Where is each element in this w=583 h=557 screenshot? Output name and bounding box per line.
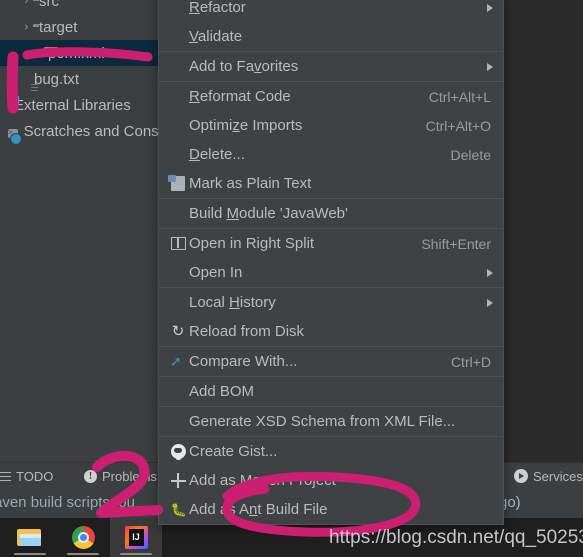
menu-item-shortcut: Ctrl+Alt+O: [425, 117, 491, 134]
tree-row[interactable]: › target: [0, 14, 158, 40]
compare-icon: ➚: [170, 353, 182, 369]
tree-row[interactable]: bug.txt: [0, 66, 158, 92]
tree-row-label: target: [39, 18, 78, 36]
editor-area: [502, 0, 583, 462]
tool-tab-services[interactable]: Services: [514, 463, 583, 489]
tool-tab-todo-label: TODO: [16, 468, 54, 484]
menu-item-label: Delete...: [189, 146, 245, 163]
menu-item-open-in-right-split[interactable]: Open in Right Split Shift+Enter: [159, 229, 503, 258]
project-tree[interactable]: › src › target pom.xml bug.txt External Librar…: [0, 0, 158, 462]
ant-icon: 🐛: [170, 502, 187, 517]
tool-tab-problems[interactable]: ! Problems: [84, 463, 157, 489]
submenu-arrow-icon: [487, 3, 493, 12]
menu-item-label: Open in Right Split: [189, 235, 315, 252]
context-menu[interactable]: Refactor Validate Add to Favorites Reformat…: [158, 0, 504, 525]
menu-item-open-in[interactable]: Open In: [159, 258, 503, 287]
tree-row-label: src: [39, 0, 59, 10]
menu-item-local-history[interactable]: Local History: [159, 288, 503, 317]
split-icon: [167, 237, 189, 250]
menu-item-shortcut: Ctrl+D: [450, 353, 491, 370]
tool-tab-services-label: Services: [533, 468, 583, 484]
submenu-arrow-icon: [487, 268, 493, 277]
menu-item-label: Add BOM: [189, 383, 255, 400]
watermark-url: https://blog.csdn.net/qq_50253227: [329, 527, 583, 548]
menu-item-label: Create Gist...: [189, 443, 278, 460]
chevron-right-icon[interactable]: ›: [20, 21, 33, 33]
menu-item-build-module-javaweb[interactable]: Build Module 'JavaWeb': [159, 199, 503, 228]
plain-text-icon: [167, 175, 189, 191]
tool-tab-problems-label: Problems: [102, 468, 157, 484]
menu-item-label: Local History: [189, 294, 276, 311]
tool-tab-todo[interactable]: TODO: [0, 463, 53, 489]
menu-item-label: Add as Maven Project: [189, 472, 336, 489]
menu-item-label: Build Module 'JavaWeb': [189, 205, 348, 222]
menu-item-add-bom[interactable]: Add BOM: [159, 377, 503, 406]
menu-item-label: Add as Ant Build File: [189, 501, 328, 518]
menu-item-create-gist[interactable]: Create Gist...: [159, 437, 503, 466]
reload-icon: ↻: [171, 323, 185, 340]
menu-item-label: Open In: [189, 264, 243, 281]
notification-text: aven build scripts fou: [0, 494, 135, 511]
screenshot-root: › src › target pom.xml bug.txt External Librar…: [0, 0, 583, 557]
menu-item-validate[interactable]: Validate: [159, 22, 503, 51]
menu-item-label: Reformat Code: [189, 88, 291, 105]
file-explorer-icon: [17, 528, 43, 548]
menu-item-add-to-favorites[interactable]: Add to Favorites: [159, 52, 503, 81]
menu-item-label: Add to Favorites: [189, 58, 299, 75]
menu-item-mark-as-plain-text[interactable]: Mark as Plain Text: [159, 169, 503, 198]
menu-item-delete[interactable]: Delete... Delete: [159, 140, 503, 169]
menu-item-label: Generate XSD Schema from XML File...: [189, 413, 456, 430]
menu-item-generate-xsd-schema-from-xml-file[interactable]: Generate XSD Schema from XML File...: [159, 407, 503, 436]
menu-item-reload-from-disk[interactable]: ↻ Reload from Disk: [159, 317, 503, 346]
problems-icon: !: [84, 469, 97, 483]
tree-row[interactable]: >_ Scratches and Consoles: [0, 118, 158, 144]
menu-item-optimize-imports[interactable]: Optimize Imports Ctrl+Alt+O: [159, 111, 503, 140]
submenu-arrow-icon: [487, 62, 493, 71]
menu-item-refactor[interactable]: Refactor: [159, 0, 503, 22]
menu-item-label: Refactor: [189, 0, 246, 16]
tree-row-label: Scratches and Consoles: [23, 122, 158, 140]
chrome-icon: [71, 526, 95, 549]
submenu-arrow-icon: [487, 298, 493, 307]
menu-item-compare-with[interactable]: ➚ Compare With... Ctrl+D: [159, 347, 503, 376]
todo-icon: [0, 471, 11, 481]
menu-item-add-as-ant-build-file[interactable]: 🐛 Add as Ant Build File: [159, 495, 503, 524]
menu-item-add-as-maven-project[interactable]: Add as Maven Project: [159, 466, 503, 495]
tree-row-label: External Libraries: [14, 96, 131, 114]
tree-row[interactable]: External Libraries: [0, 92, 158, 118]
tree-row[interactable]: pom.xml: [0, 40, 158, 66]
services-icon: [514, 469, 528, 483]
taskbar-button-google-chrome[interactable]: [57, 518, 109, 557]
menu-item-reformat-code[interactable]: Reformat Code Ctrl+Alt+L: [159, 82, 503, 111]
github-icon: [167, 444, 189, 460]
tree-row[interactable]: › src: [0, 0, 158, 14]
menu-item-label: Compare With...: [189, 353, 298, 370]
taskbar-button-intellij-idea[interactable]: [110, 518, 162, 557]
chevron-right-icon[interactable]: ›: [20, 0, 33, 7]
menu-item-label: Reload from Disk: [189, 323, 305, 340]
menu-item-label: Validate: [189, 28, 243, 45]
menu-item-shortcut: Ctrl+Alt+L: [428, 88, 491, 105]
taskbar-button-file-explorer[interactable]: [4, 518, 56, 557]
plus-icon: [167, 473, 189, 488]
menu-item-label: Mark as Plain Text: [189, 175, 312, 192]
menu-item-shortcut: Shift+Enter: [421, 235, 491, 252]
intellij-idea-icon: [124, 526, 148, 549]
tree-row-label: bug.txt: [34, 70, 80, 88]
scratches-icon: >_: [8, 128, 18, 138]
menu-item-shortcut: Delete: [450, 146, 491, 163]
menu-item-label: Optimize Imports: [189, 117, 303, 134]
